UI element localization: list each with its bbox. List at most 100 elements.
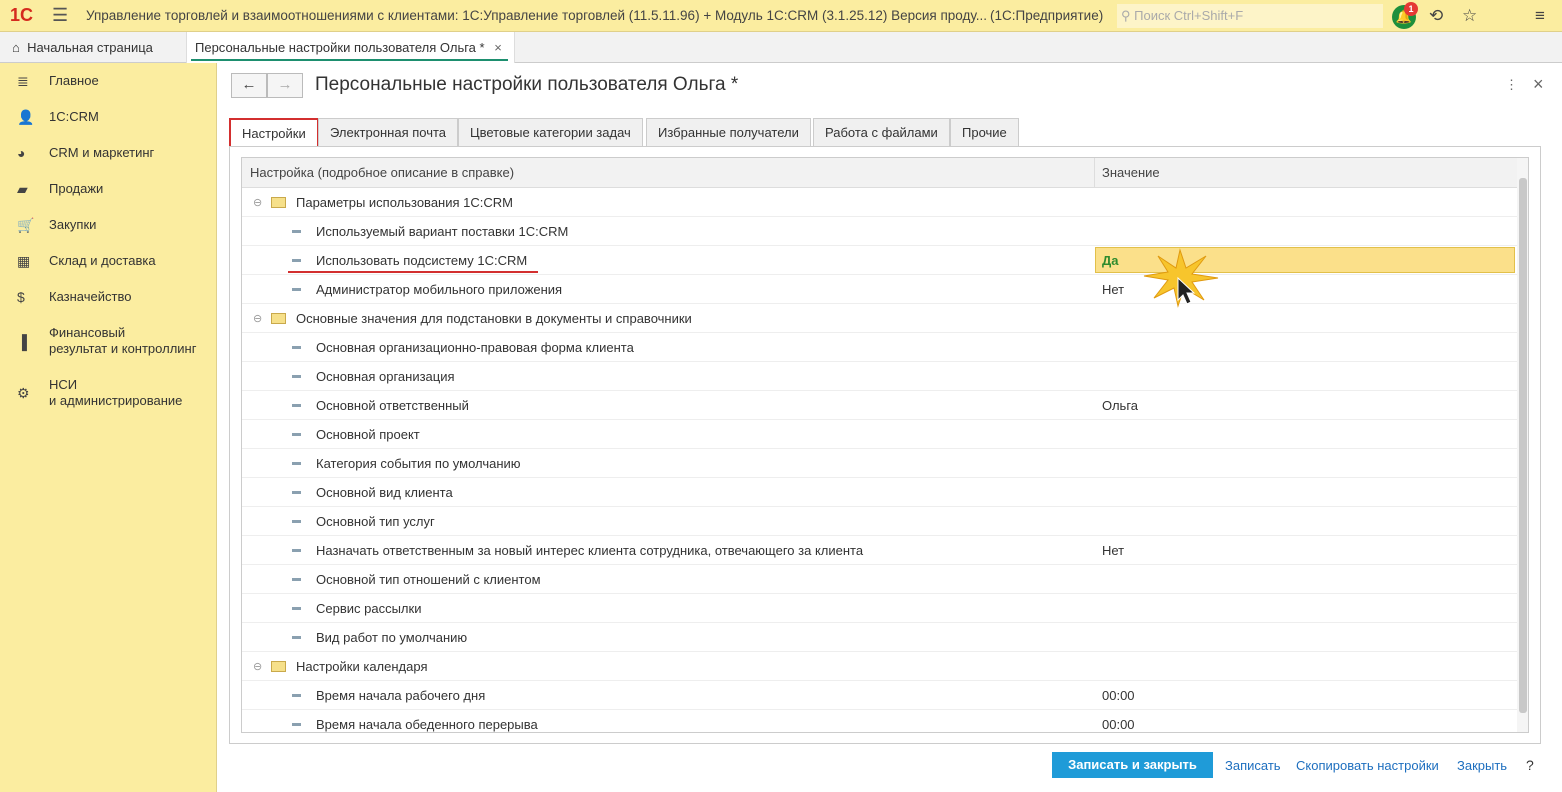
sidebar-label: Склад и доставка <box>49 253 156 268</box>
setting-label: Основная организационно-правовая форма к… <box>316 340 634 355</box>
group-row[interactable]: ⊖ Настройки календаря <box>242 652 1517 681</box>
table-row[interactable]: Основной ответственный Ольга <box>242 391 1517 420</box>
sidebar-label: Закупки <box>49 217 97 232</box>
sidebar-label: Продажи <box>49 181 104 196</box>
item-icon <box>292 607 301 610</box>
home-icon: ⌂ <box>12 40 20 55</box>
setting-label: Назначать ответственным за новый интерес… <box>316 543 864 558</box>
tab-color-categories[interactable]: Цветовые категории задач <box>458 118 643 147</box>
sidebar-item-nsi[interactable]: ⚙ НСИ и администрирование <box>0 377 217 411</box>
setting-value[interactable]: Нет <box>1102 282 1124 297</box>
close-icon[interactable]: × <box>1533 74 1544 95</box>
back-button[interactable]: ← <box>231 73 267 98</box>
bar-chart-icon: ▐ <box>17 334 27 350</box>
forward-button[interactable]: → <box>267 73 303 98</box>
bag-icon: ▰ <box>17 181 28 197</box>
tab-files[interactable]: Работа с файлами <box>813 118 950 147</box>
close-tab-icon[interactable]: × <box>494 40 502 55</box>
history-icon[interactable]: ⟲ <box>1429 6 1443 26</box>
search-input[interactable]: ⚲ Поиск Ctrl+Shift+F <box>1117 4 1383 28</box>
table-row[interactable]: Основная организационно-правовая форма к… <box>242 333 1517 362</box>
setting-label: Время начала рабочего дня <box>316 688 486 703</box>
item-icon <box>292 636 301 639</box>
setting-value[interactable]: Ольга <box>1102 398 1138 413</box>
tab-favorite-recipients[interactable]: Избранные получатели <box>646 118 811 147</box>
item-icon <box>292 375 301 378</box>
table-row[interactable]: Время начала обеденного перерыва 00:00 <box>242 710 1517 732</box>
scrollbar-thumb[interactable] <box>1519 178 1527 713</box>
table-row[interactable]: Сервис рассылки <box>242 594 1517 623</box>
table-row[interactable]: Основной тип отношений с клиентом <box>242 565 1517 594</box>
grid-icon: ▦ <box>17 253 31 269</box>
tab-home[interactable]: ⌂ Начальная страница <box>4 32 161 63</box>
group-label: Основные значения для подстановки в доку… <box>296 311 692 326</box>
sidebar-label: Казначейство <box>49 289 132 304</box>
item-icon <box>292 491 301 494</box>
item-icon <box>292 288 301 291</box>
item-icon <box>292 230 301 233</box>
group-row[interactable]: ⊖ Основные значения для подстановки в док… <box>242 304 1517 333</box>
collapse-icon[interactable]: ⊖ <box>253 196 262 209</box>
sidebar-item-finance[interactable]: ▐ Финансовый результат и контроллинг <box>0 325 217 359</box>
menu-icon[interactable]: ☰ <box>52 5 82 26</box>
item-icon <box>292 462 301 465</box>
open-tabs-bar: ⌂ Начальная страница Персональные настро… <box>0 32 1562 63</box>
group-label: Настройки календаря <box>296 659 428 674</box>
column-header-setting[interactable]: Настройка (подробное описание в справке) <box>250 165 514 180</box>
sidebar-label: Финансовый <box>49 325 126 340</box>
sidebar-label: и администрирование <box>49 393 183 408</box>
table-row[interactable]: Вид работ по умолчанию <box>242 623 1517 652</box>
settings-menu-icon[interactable]: ≡ <box>1535 6 1545 26</box>
notification-badge: 1 <box>1404 2 1418 16</box>
table-row[interactable]: Администратор мобильного приложения Нет <box>242 275 1517 304</box>
table-row[interactable]: Основной проект <box>242 420 1517 449</box>
settings-table: Настройка (подробное описание в справке)… <box>241 157 1529 733</box>
table-row[interactable]: Категория события по умолчанию <box>242 449 1517 478</box>
setting-label: Категория события по умолчанию <box>316 456 521 471</box>
group-row[interactable]: ⊖ Параметры использования 1С:CRM <box>242 188 1517 217</box>
1c-logo: 1С <box>10 5 34 25</box>
folder-icon <box>271 661 286 672</box>
item-icon <box>292 404 301 407</box>
item-icon <box>292 578 301 581</box>
table-row[interactable]: Назначать ответственным за новый интерес… <box>242 536 1517 565</box>
setting-label: Используемый вариант поставки 1С:CRM <box>316 224 569 239</box>
item-icon <box>292 346 301 349</box>
star-icon[interactable]: ☆ <box>1462 6 1477 26</box>
tab-settings[interactable]: Настройки <box>229 118 319 147</box>
table-row[interactable]: Основной тип услуг <box>242 507 1517 536</box>
help-button[interactable]: ? <box>1526 757 1534 773</box>
setting-value[interactable]: Да <box>1102 253 1119 268</box>
column-header-value[interactable]: Значение <box>1102 165 1160 180</box>
collapse-icon[interactable]: ⊖ <box>253 660 262 673</box>
more-icon[interactable]: ⋮ <box>1505 77 1518 93</box>
sidebar: ≣ Главное 👤 1С:CRM ◕ CRM и маркетинг ▰ Прода… <box>0 63 217 792</box>
setting-label: Вид работ по умолчанию <box>316 630 468 645</box>
scrollbar[interactable] <box>1517 158 1528 732</box>
table-row[interactable]: Основная организация <box>242 362 1517 391</box>
setting-value[interactable]: 00:00 <box>1102 688 1135 703</box>
table-row[interactable]: Основной вид клиента <box>242 478 1517 507</box>
item-icon <box>292 723 301 726</box>
copy-settings-button[interactable]: Скопировать настройки <box>1296 758 1439 773</box>
setting-label: Основной проект <box>316 427 420 442</box>
save-button[interactable]: Записать <box>1225 758 1281 773</box>
coins-icon: $ <box>17 289 25 305</box>
tab-personal-settings[interactable]: Персональные настройки пользователя Ольг… <box>186 32 515 63</box>
app-title: Управление торговлей и взаимоотношениями… <box>86 8 988 23</box>
click-highlight-icon <box>1143 248 1219 308</box>
sidebar-label: Главное <box>49 73 99 88</box>
setting-label: Сервис рассылки <box>316 601 422 616</box>
tab-other[interactable]: Прочие <box>950 118 1019 147</box>
item-icon <box>292 520 301 523</box>
setting-value[interactable]: Нет <box>1102 543 1124 558</box>
table-row[interactable]: Используемый вариант поставки 1С:CRM <box>242 217 1517 246</box>
search-placeholder: Поиск Ctrl+Shift+F <box>1134 8 1244 23</box>
tab-email[interactable]: Электронная почта <box>318 118 459 147</box>
collapse-icon[interactable]: ⊖ <box>253 312 262 325</box>
save-and-close-button[interactable]: Записать и закрыть <box>1052 752 1213 778</box>
setting-value[interactable]: 00:00 <box>1102 717 1135 732</box>
table-row[interactable]: Время начала рабочего дня 00:00 <box>242 681 1517 710</box>
setting-label: Администратор мобильного приложения <box>316 282 563 297</box>
close-button[interactable]: Закрыть <box>1457 758 1507 773</box>
